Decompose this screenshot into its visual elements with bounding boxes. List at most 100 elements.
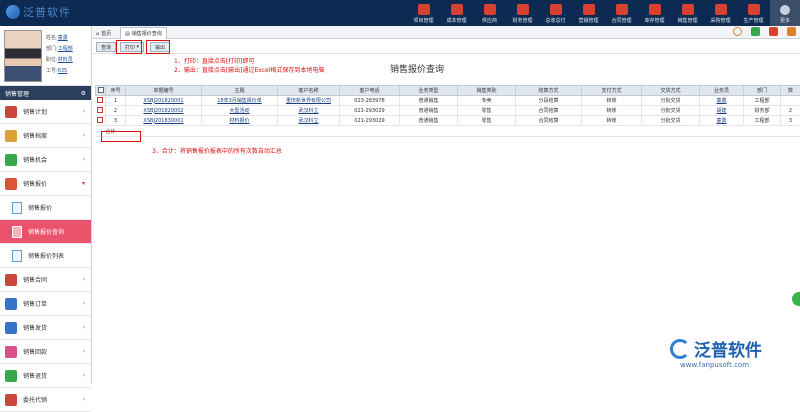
sidebar-subitem[interactable]: 销售报价	[0, 196, 91, 220]
module-8[interactable]: 销售管理	[671, 0, 704, 26]
column-header[interactable]: 主题	[202, 86, 278, 96]
sidebar-subitem[interactable]: 销售报价列表	[0, 244, 91, 268]
sidebar-item-label: 销售报价	[23, 179, 47, 188]
module-7[interactable]: 库存管理	[638, 0, 671, 26]
table-cell: 分批交货	[642, 116, 700, 126]
export-icon[interactable]	[787, 27, 796, 36]
module-9[interactable]: 采购管理	[704, 0, 737, 26]
row-checkbox-cell[interactable]	[96, 116, 106, 126]
select-all-checkbox[interactable]	[98, 87, 104, 93]
table-cell: 转账	[582, 96, 642, 106]
module-2[interactable]: 供应商	[473, 0, 506, 26]
chevron-right-icon: ›	[83, 108, 85, 115]
query-button[interactable]: 查询	[96, 42, 116, 52]
user-name[interactable]: 童勇	[58, 35, 68, 41]
row-checkbox[interactable]	[97, 97, 103, 103]
table-cell[interactable]: 童勇	[700, 96, 744, 106]
column-header[interactable]: 支付方式	[582, 86, 642, 96]
annotation-summary: 3、合计：将销售报价报表中的所有次数自动汇总	[152, 146, 282, 155]
sidebar-item[interactable]: 销售合同›	[0, 268, 91, 292]
row-checkbox[interactable]	[97, 117, 103, 123]
table-cell: 2	[106, 106, 126, 116]
search-icon[interactable]	[733, 27, 742, 36]
sidebar-subitem[interactable]: 销售报价查询	[0, 220, 91, 244]
table-row[interactable]: 2XSBJ201820002大型活动武汉科立021-293029普通销售零售合同…	[96, 106, 800, 116]
home-icon: ⌂	[96, 31, 99, 37]
side-float-button[interactable]	[792, 292, 800, 306]
column-header[interactable]: 销售类别	[458, 86, 516, 96]
table-cell[interactable]: 武汉科立	[278, 106, 340, 116]
table-cell[interactable]: 材料报价	[202, 116, 278, 126]
module-4[interactable]: 总收总付	[539, 0, 572, 26]
table-cell[interactable]: XSBJ201820001	[126, 96, 202, 106]
row-checkbox[interactable]	[97, 107, 103, 113]
table-cell[interactable]: XSBJ201820002	[126, 106, 202, 116]
column-header[interactable]: 数	[781, 86, 800, 96]
column-header[interactable]: 业务类型	[400, 86, 458, 96]
row-checkbox-cell[interactable]	[96, 106, 106, 116]
chevron-right-icon: ›	[83, 300, 85, 307]
sidebar-item-label: 销售计划	[23, 107, 47, 116]
sidebar-item[interactable]: 委托代销›	[0, 388, 91, 412]
module-1[interactable]: 成本管理	[440, 0, 473, 26]
row-checkbox-cell[interactable]	[96, 96, 106, 106]
module-6[interactable]: 合同管理	[605, 0, 638, 26]
table-cell: 分批交货	[642, 96, 700, 106]
table-cell[interactable]: 重庆新世界有限公司	[278, 96, 340, 106]
column-header[interactable]: 部门	[744, 86, 781, 96]
table-cell[interactable]: 童勇	[700, 116, 744, 126]
annotation-export: 2、输出：直接点击[输出]通过Excel格式保存到本地电脑	[174, 65, 324, 74]
column-header[interactable]: 交货方式	[642, 86, 700, 96]
table-cell[interactable]: 18年3月销售报价单	[202, 96, 278, 106]
module-icon	[517, 4, 529, 15]
fullscreen-icon[interactable]	[751, 27, 760, 36]
table-cell: 工程部	[744, 96, 781, 106]
user-dept[interactable]: 工程部	[58, 46, 73, 52]
table-cell[interactable]: 大型活动	[202, 106, 278, 116]
sidebar-item[interactable]: 销售机会›	[0, 148, 91, 172]
module-icon	[451, 4, 463, 15]
sidebar-item[interactable]: 销售退货›	[0, 364, 91, 388]
user-post[interactable]: 材料员	[58, 57, 73, 63]
sidebar-item[interactable]: 销售发货›	[0, 316, 91, 340]
sidebar-item[interactable]: 销售订单›	[0, 292, 91, 316]
table-cell[interactable]: XSBJ201830001	[126, 116, 202, 126]
column-header[interactable]: 结算方式	[516, 86, 582, 96]
table-cell	[781, 96, 800, 106]
chevron-down-icon: ▾	[82, 180, 85, 187]
sidebar: 姓名:童勇 部门:工程部 职位:材料员 工号:635 销售管理 ⚙ 销售计划›销…	[0, 26, 92, 384]
module-10[interactable]: 生产管理	[737, 0, 770, 26]
sidebar-item[interactable]: 销售档案›	[0, 124, 91, 148]
table-row[interactable]: 3XSBJ201830001材料报价武汉科立021-293029普通销售零售合同…	[96, 116, 800, 126]
column-header[interactable]: 客户电话	[340, 86, 400, 96]
sidebar-item[interactable]: 销售报价 ▾	[0, 172, 91, 196]
chevron-right-icon: ›	[83, 324, 85, 331]
sidebar-item[interactable]: 销售回款›	[0, 340, 91, 364]
user-id[interactable]: 635	[58, 68, 68, 74]
module-5[interactable]: 营销管理	[572, 0, 605, 26]
column-header[interactable]: 客户名称	[278, 86, 340, 96]
close-icon[interactable]	[769, 27, 778, 36]
tab-sales-quote-query[interactable]: ▤ 销售报价查询	[120, 27, 167, 39]
column-header[interactable]: 序号	[106, 86, 126, 96]
post-label: 职位:	[46, 57, 58, 63]
summary-row: 合计	[96, 126, 800, 137]
sidebar-header[interactable]: 销售管理 ⚙	[0, 86, 91, 100]
column-header[interactable]: 业务员	[700, 86, 744, 96]
table-cell: 2	[781, 106, 800, 116]
table-row[interactable]: 1XSBJ20182000118年3月销售报价单重庆新世界有限公司023-283…	[96, 96, 800, 106]
module-0[interactable]: 项目管理	[407, 0, 440, 26]
logo-text: 泛普软件	[23, 4, 71, 20]
chevron-right-icon: ›	[83, 276, 85, 283]
module-3[interactable]: 财务管理	[506, 0, 539, 26]
column-header[interactable]: 单据编号	[126, 86, 202, 96]
module-11[interactable]: 更多	[770, 0, 800, 26]
table-cell[interactable]: 胡建	[700, 106, 744, 116]
tab-home[interactable]: ⌂ 首页	[96, 28, 111, 39]
table-cell[interactable]: 武汉科立	[278, 116, 340, 126]
gear-icon[interactable]: ⚙	[81, 90, 86, 97]
highlight-print	[116, 40, 142, 54]
sidebar-item-label: 销售机会	[23, 155, 47, 164]
sidebar-item[interactable]: 销售计划 ›	[0, 100, 91, 124]
select-all-checkbox-cell[interactable]	[96, 86, 106, 96]
